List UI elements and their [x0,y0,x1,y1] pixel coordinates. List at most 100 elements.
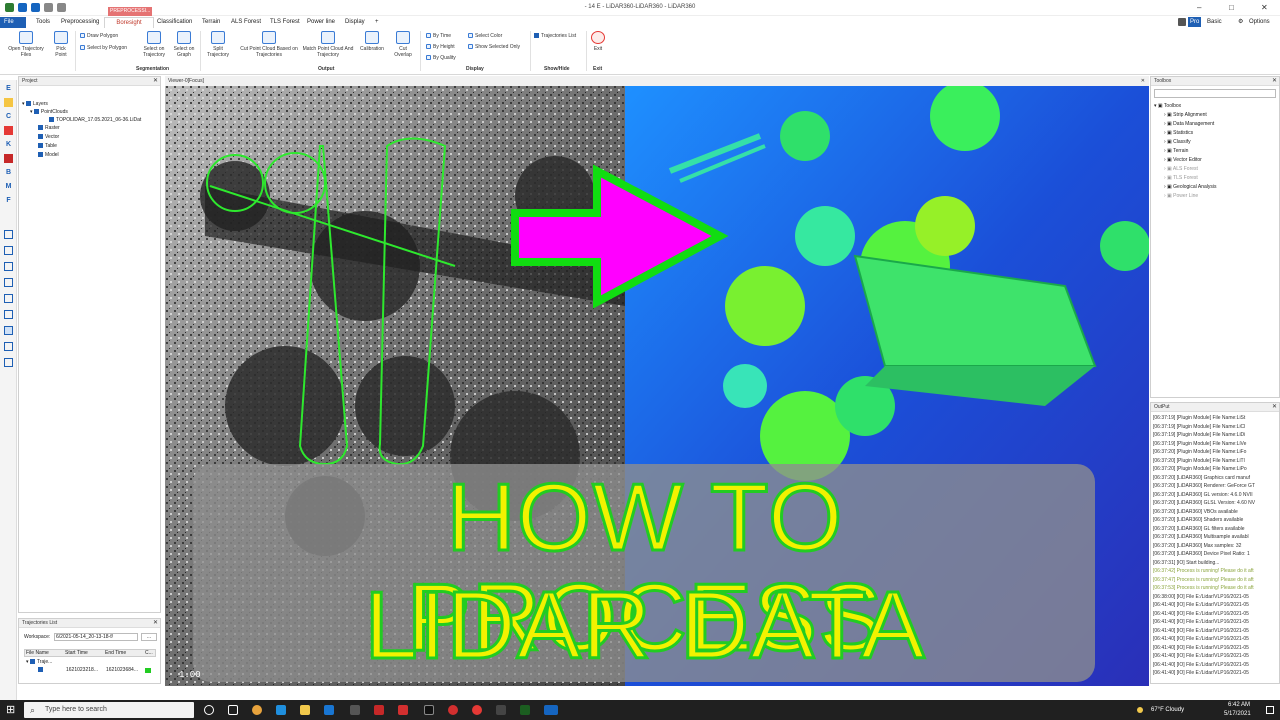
lidata-checkbox[interactable] [49,117,54,122]
lock-icon[interactable] [1178,18,1186,26]
vector-node[interactable]: Vector [38,134,59,141]
settings-icon[interactable]: ⚙ [1238,17,1243,27]
view-3d-icon[interactable] [4,310,13,319]
app-red-icon[interactable] [398,705,408,715]
tab-terrain[interactable]: Terrain [198,17,224,28]
layers-checkbox[interactable] [25,101,31,106]
clock-date[interactable]: 5/17/2021 [1224,711,1251,717]
vertical-tool-e[interactable]: E [4,84,13,93]
mail-icon[interactable] [324,705,334,715]
toolbox-search-input[interactable] [1154,89,1276,98]
notification-icon[interactable] [1266,706,1274,714]
minimize-icon[interactable]: – [1197,3,1201,12]
app-circle-icon[interactable] [472,705,482,715]
traj-color-swatch[interactable] [145,668,151,673]
vertical-tool-4[interactable] [4,126,13,135]
workspace-field[interactable]: 6/2021-05-14_20-13-18-f/ [54,633,138,641]
app-gray-icon[interactable] [496,705,506,715]
davinci-icon[interactable] [448,705,458,715]
toolbox-tls-forest[interactable]: › ▣ TLS Forest [1164,175,1198,182]
cut-overlap-button[interactable]: Cut Overlap [391,31,415,58]
vertical-tool-m[interactable]: M [4,182,13,191]
workspace-browse-button[interactable]: ... [141,633,157,641]
toolbox-data-management[interactable]: › ▣ Data Management [1164,121,1214,128]
raster-node[interactable]: Raster [38,125,60,132]
toolbox-close-icon[interactable]: ✕ [1272,77,1277,86]
file-explorer-icon[interactable] [300,705,310,715]
options-button[interactable]: Options [1249,17,1270,27]
toolbox-als-forest[interactable]: › ▣ ALS Forest [1164,166,1198,173]
tab-power-line[interactable]: Power line [303,17,339,28]
select-on-graph-button[interactable]: Select on Graph [170,31,198,58]
toolbox-statistics[interactable]: › ▣ Statistics [1164,130,1193,137]
view-top-icon[interactable] [4,246,13,255]
trajectories-list-toggle[interactable]: Trajectories List [534,33,576,39]
toolbox-strip-alignment[interactable]: › ▣ Strip Alignment [1164,112,1207,119]
cortana-icon[interactable] [204,705,214,715]
view-fit-icon[interactable] [4,358,13,367]
traj-panel-close-icon[interactable]: ✕ [153,619,158,628]
output-close-icon[interactable]: ✕ [1272,403,1277,412]
viewer-close-icon[interactable]: ✕ [1141,76,1145,86]
tab-file[interactable]: File [0,17,26,28]
view-layout-icon[interactable] [4,342,13,351]
select-by-polygon-button[interactable]: Select by Polygon [80,45,127,51]
tab-preprocessing[interactable]: Preprocessing [57,17,103,28]
traj-group-row[interactable]: ▾ Traje... [26,659,52,666]
match-point-cloud-button[interactable]: Match Point Cloud And Trajectory [302,31,354,58]
traj-row[interactable]: 1621023218... 1621023684... [26,667,156,674]
split-trajectory-button[interactable]: Split Trajectory [203,31,233,58]
by-quality-button[interactable]: By Quality [426,55,456,61]
layers-node[interactable]: ▾ Layers [22,101,48,108]
app-dark-icon[interactable] [424,705,434,715]
by-height-button[interactable]: By Height [426,44,455,50]
windows-start-icon[interactable]: ⊞ [6,704,18,716]
tab-display[interactable]: Display [341,17,369,28]
toolbox-root[interactable]: ▾ ▣ Toolbox [1154,103,1181,110]
traj-group-checkbox[interactable] [29,659,35,664]
pro-mode-button[interactable]: Pro [1188,17,1202,27]
nvidia-icon[interactable] [520,705,530,715]
vertical-tool-2[interactable] [4,98,13,107]
basic-mode-button[interactable]: Basic [1207,17,1222,27]
tab-classification[interactable]: Classification [153,17,196,28]
cut-point-cloud-button[interactable]: Cut Point Cloud Based on Trajectories [237,31,301,58]
select-color-button[interactable]: Select Color [468,33,502,39]
model-checkbox[interactable] [38,152,43,157]
open-trajectory-button[interactable]: Open Trajectory Files [4,31,48,58]
view-2d-icon[interactable] [4,294,13,303]
tab-tls-forest[interactable]: TLS Forest [266,17,304,28]
by-time-button[interactable]: By Time [426,33,451,39]
toolbox-terrain[interactable]: › ▣ Terrain [1164,148,1188,155]
close-icon[interactable]: ✕ [1261,3,1268,12]
taskbar-search-input[interactable]: ⌕ Type here to search [24,702,194,718]
lidar360-task-icon[interactable] [544,705,558,715]
edge-icon[interactable] [276,705,286,715]
exit-button[interactable]: Exit [588,31,608,52]
select-on-trajectory-button[interactable]: Select on Trajectory [138,31,170,58]
viewer-3d[interactable]: Viewer-0[Focus] ✕ HOW TO PROCESS LIDAR D… [165,76,1149,686]
vertical-tool-6[interactable] [4,154,13,163]
store-icon[interactable] [350,705,360,715]
toolbox-vector-editor[interactable]: › ▣ Vector Editor [1164,157,1202,164]
maximize-icon[interactable]: □ [1229,3,1234,12]
toolbox-power-line[interactable]: › ▣ Power Line [1164,193,1198,200]
raster-checkbox[interactable] [38,125,43,130]
pointclouds-node[interactable]: ▾ PointClouds [30,109,68,116]
view-cube-icon[interactable] [4,230,13,239]
chrome-icon[interactable] [252,705,262,715]
traj-row-checkbox[interactable] [38,667,43,672]
pick-point-button[interactable]: Pick Point [50,31,72,58]
view-3d-active-icon[interactable] [4,326,13,335]
pointclouds-checkbox[interactable] [33,109,39,114]
vertical-tool-f[interactable]: F [4,196,13,205]
model-node[interactable]: Model [38,152,59,159]
toolbox-geological-analysis[interactable]: › ▣ Geological Analysis [1164,184,1217,191]
panel-close-icon[interactable]: ✕ [153,77,158,86]
tab-add[interactable]: + [371,17,383,28]
tab-tools[interactable]: Tools [32,17,54,28]
table-checkbox[interactable] [38,143,43,148]
tab-als-forest[interactable]: ALS Forest [227,17,265,28]
weather-text[interactable]: 67°F Cloudy [1151,707,1184,713]
trajectories-list-checkbox[interactable] [534,33,539,38]
